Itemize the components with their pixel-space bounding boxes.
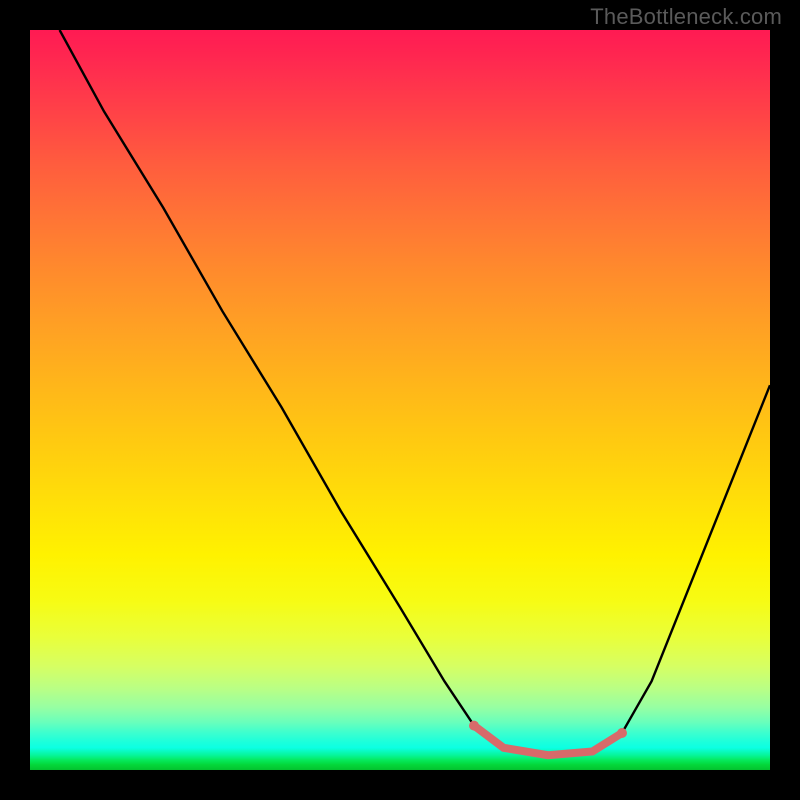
optimal-range-end-dot <box>617 728 627 738</box>
optimal-range-highlight <box>474 726 622 756</box>
chart-container: TheBottleneck.com <box>0 0 800 800</box>
watermark-text: TheBottleneck.com <box>590 4 782 30</box>
optimal-range-start-dot <box>469 721 479 731</box>
curve-svg <box>30 30 770 770</box>
bottleneck-curve <box>60 30 770 755</box>
plot-area <box>30 30 770 770</box>
